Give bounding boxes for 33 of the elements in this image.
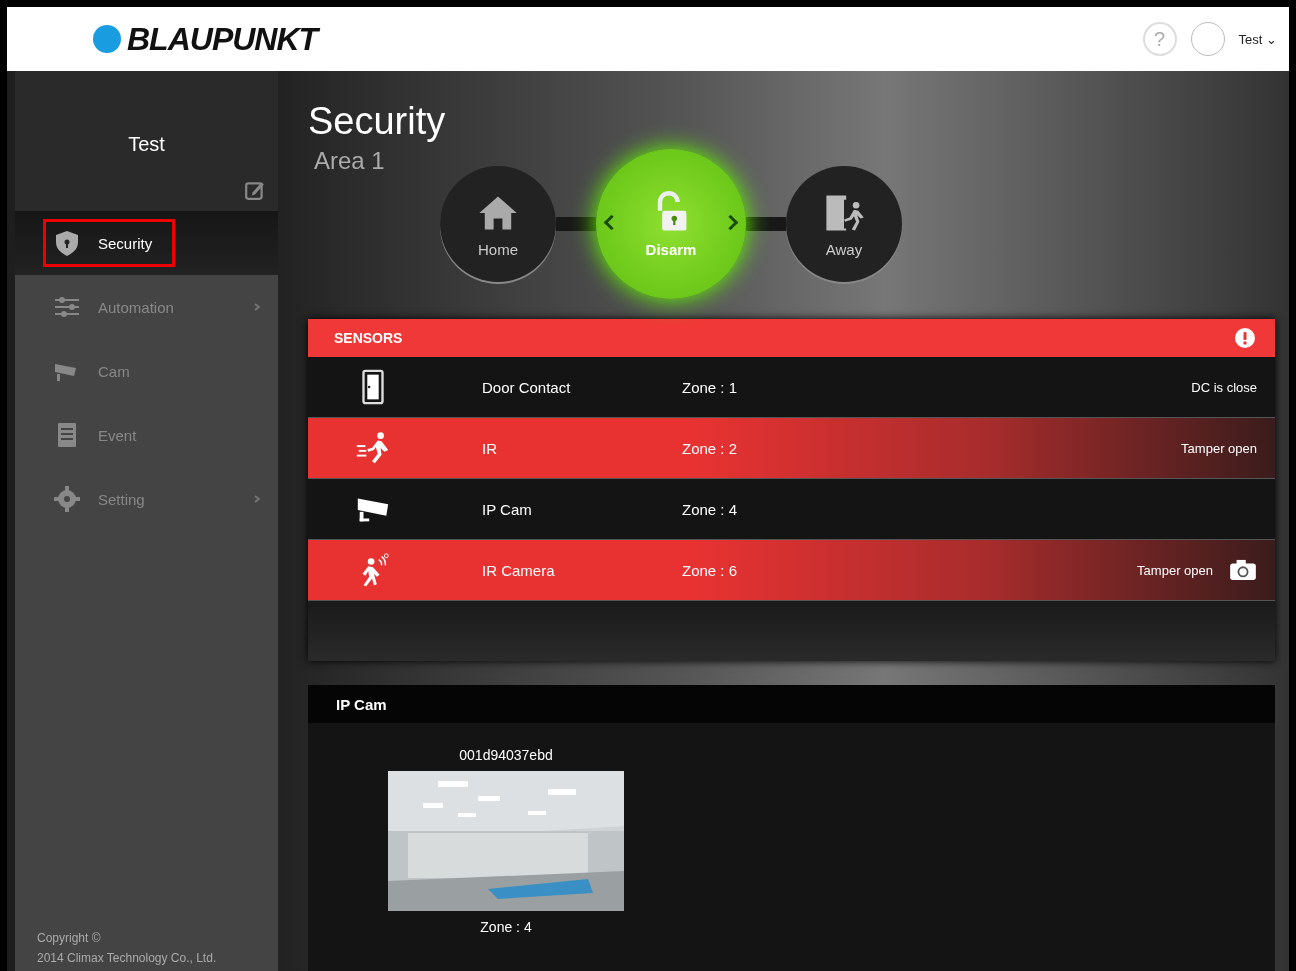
user-name: Test (128, 133, 165, 157)
mode-button[interactable]: Home (440, 166, 556, 282)
sensors-title: SENSORS (334, 330, 403, 346)
mode-button[interactable]: Away (786, 166, 902, 282)
sidebar-item[interactable]: Security (15, 211, 278, 275)
camera-zone: Zone : 4 (480, 919, 532, 935)
sensor-status: DC is close (1191, 379, 1257, 395)
sensor-row[interactable]: IR Zone : 2 Tamper open (308, 418, 1275, 479)
logo-dot-icon (93, 25, 121, 53)
sensor-status: Tamper open (1137, 562, 1213, 578)
edit-icon[interactable] (244, 179, 266, 201)
sensor-row[interactable]: Door Contact Zone : 1 DC is close (308, 357, 1275, 418)
user-menu[interactable]: Test ⌄ (1238, 31, 1277, 47)
ip-cam-title: IP Cam (336, 695, 387, 713)
sensor-row[interactable]: IR Camera Zone : 6 Tamper open (308, 540, 1275, 601)
sensor-status: Tamper open (1181, 440, 1257, 456)
page-title: Security (308, 99, 447, 143)
sensor-zone: Zone : 2 (682, 439, 739, 457)
camera-icon[interactable] (1229, 559, 1257, 581)
area-name: Area 1 (314, 147, 386, 175)
logo: BLAUPUNKT (127, 20, 318, 58)
copyright-text: 2014 Climax Technology Co., Ltd. (37, 951, 218, 965)
sensor-zone: Zone : 1 (682, 378, 739, 396)
copyright-text: Copyright © (37, 931, 102, 945)
sensor-name: IP Cam (482, 500, 533, 518)
camera-id: 001d94037ebd (459, 747, 553, 763)
sensor-name: IR (482, 439, 498, 457)
sensor-name: Door Contact (482, 378, 572, 396)
sensor-name: IR Camera (482, 561, 556, 579)
gear-icon (52, 484, 82, 514)
sensor-zone: Zone : 4 (682, 500, 739, 518)
sensor-zone: Zone : 6 (682, 561, 739, 579)
sensor-row[interactable]: IP Cam Zone : 4 (308, 479, 1275, 540)
